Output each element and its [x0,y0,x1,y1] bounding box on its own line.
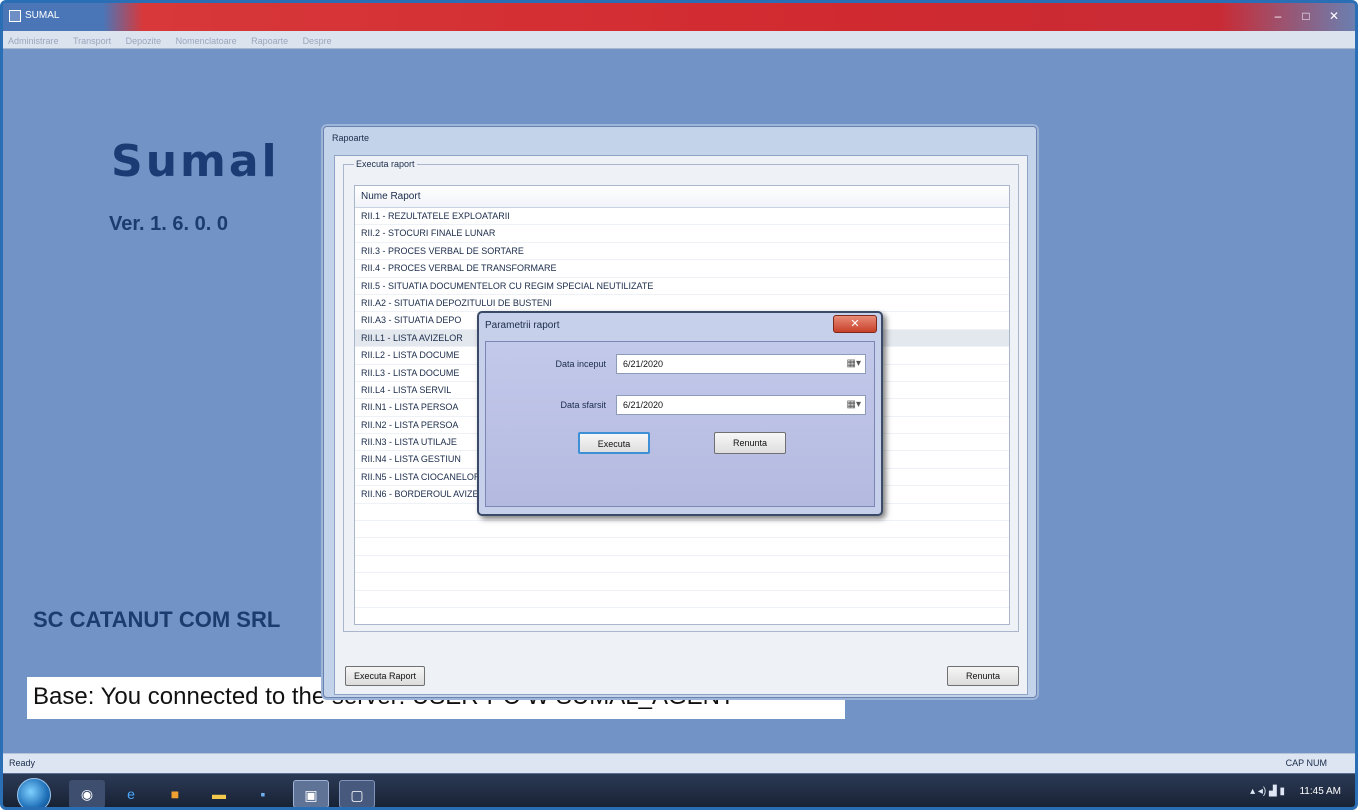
end-date-picker[interactable]: 6/21/2020 ▦▾ [616,395,866,415]
group-label: Executa raport [354,159,417,169]
close-button[interactable]: ✕ [1321,6,1347,26]
version-label: Ver. 1. 6. 0. 0 [109,213,228,235]
status-bar: Ready CAP NUM [3,753,1355,773]
report-row[interactable]: RII.2 - STOCURI FINALE LUNAR [355,225,1009,243]
maximize-button[interactable]: □ [1293,6,1319,26]
empty-row [355,573,1009,591]
report-row[interactable]: RII.4 - PROCES VERBAL DE TRANSFORMARE [355,260,1009,278]
menu-transport[interactable]: Transport [68,33,116,49]
window-title: SUMAL [25,10,60,21]
calendar-dropdown-icon[interactable]: ▦▾ [847,355,861,373]
app-shortcut-icon[interactable]: ▪ [245,780,281,807]
execute-report-button[interactable]: Executa Raport [345,666,425,686]
menu-depozite[interactable]: Depozite [121,33,167,49]
empty-row [355,591,1009,608]
start-date-value: 6/21/2020 [623,359,664,369]
status-keys: CAP NUM [1285,758,1327,768]
folder-icon[interactable]: ▬ [201,780,237,807]
start-button-icon[interactable] [17,778,51,807]
rapoarte-cancel-button[interactable]: Renunta [947,666,1019,686]
empty-row [355,538,1009,556]
params-dialog-title: Parametrii raport [485,320,560,331]
app-shortcut-icon[interactable]: ■ [157,780,193,807]
calendar-dropdown-icon[interactable]: ▦▾ [847,396,861,414]
taskbar: ◉ e ■ ▬ ▪ ▣ ▢ ▴ ◂) ▟ ▮ 11:45 AM [3,773,1355,807]
menu-despre[interactable]: Despre [298,33,337,49]
report-row[interactable]: RII.3 - PROCES VERBAL DE SORTARE [355,243,1009,261]
window-taskbar-button[interactable]: ▢ [339,780,375,807]
report-row[interactable]: RII.5 - SITUATIA DOCUMENTELOR CU REGIM S… [355,278,1009,295]
start-date-label: Data inceput [555,359,606,369]
parametrii-raport-dialog: Parametrii raport ✕ Data inceput 6/21/20… [477,311,883,516]
report-row[interactable]: RII.1 - REZULTATELE EXPLOATARII [355,208,1009,226]
menu-nomenclatoare[interactable]: Nomenclatoare [171,33,242,49]
params-body: Data inceput 6/21/2020 ▦▾ Data sfarsit 6… [485,341,875,507]
status-ready: Ready [9,758,36,768]
params-cancel-button[interactable]: Renunta [714,432,786,454]
menu-rapoarte[interactable]: Rapoarte [246,33,293,49]
menu-administrare[interactable]: Administrare [3,33,64,49]
end-date-label: Data sfarsit [560,400,606,410]
clock: 11:45 AM [1299,786,1341,797]
main-window: SUMAL – □ ✕ Administrare Transport Depoz… [0,0,1358,810]
menu-bar: Administrare Transport Depozite Nomencla… [3,31,1355,49]
sumal-logo: Sumal [111,136,280,187]
title-bar: SUMAL – □ ✕ [3,3,1355,31]
column-header-nume-raport[interactable]: Nume Raport [355,186,1009,208]
report-row[interactable]: RII.A2 - SITUATIA DEPOZITULUI DE BUSTENI [355,295,1009,313]
empty-row [355,521,1009,539]
browser-icon[interactable]: ◉ [69,780,105,807]
sumal-taskbar-button[interactable]: ▣ [293,780,329,807]
end-date-value: 6/21/2020 [623,400,664,410]
desktop-area: Sumal Ver. 1. 6. 0. 0 SC CATANUT COM SRL… [3,49,1355,753]
minimize-button[interactable]: – [1265,6,1291,26]
rapoarte-window-title: Rapoarte [332,133,370,143]
company-label: SC CATANUT COM SRL [33,607,281,632]
system-tray-icons[interactable]: ▴ ◂) ▟ ▮ [1250,786,1285,797]
params-close-button[interactable]: ✕ [833,315,877,333]
params-execute-button[interactable]: Executa [578,432,650,454]
internet-explorer-icon[interactable]: e [113,780,149,807]
start-date-picker[interactable]: 6/21/2020 ▦▾ [616,354,866,374]
app-icon [9,10,21,22]
empty-row [355,556,1009,574]
